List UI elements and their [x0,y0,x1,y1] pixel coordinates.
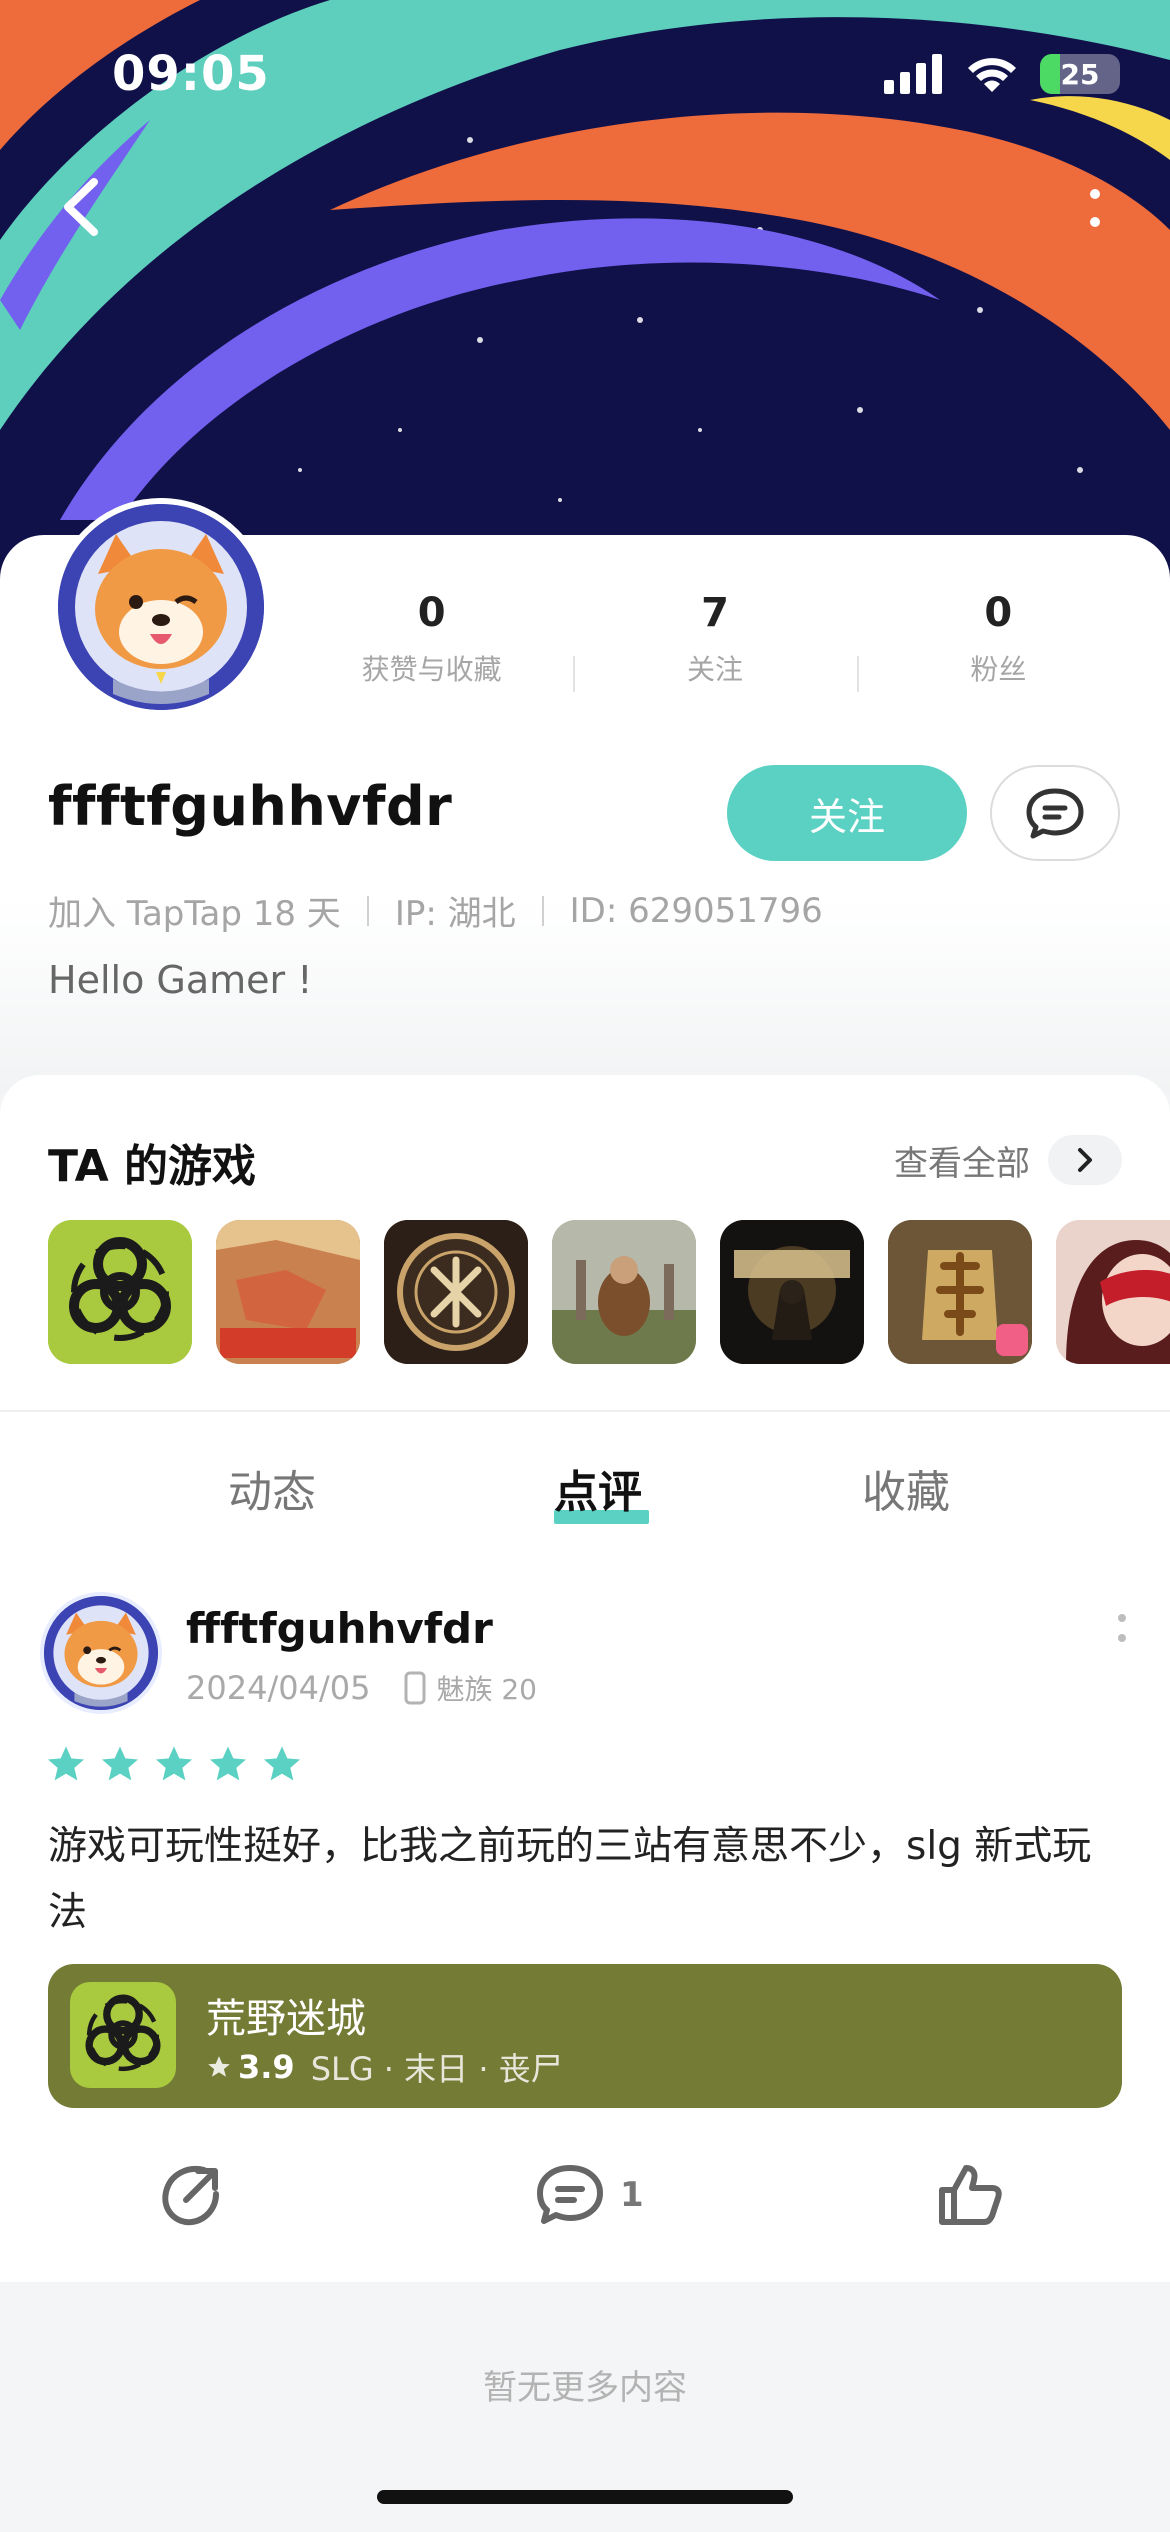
status-icons: 25 [884,54,1120,94]
rating-star-icon [48,1746,84,1781]
vertical-dots-icon [1090,189,1100,227]
comment-count: 1 [620,2175,644,2215]
section-divider [0,1410,1170,1412]
chevron-right-icon [1048,1135,1122,1185]
like-button[interactable] [936,2162,1004,2228]
status-bar: 09:05 25 [0,0,1170,150]
games-title: TA 的游戏 [48,1141,256,1192]
follow-button[interactable]: 关注 [727,765,967,861]
signal-icon [884,54,942,94]
share-button[interactable] [158,2162,224,2228]
review-actions: 1 [0,2162,1170,2242]
review-game-name: 荒野迷城 [206,1996,366,2042]
game-tile-worldwar[interactable] [720,1220,864,1364]
review-game-card[interactable]: 荒野迷城 3.9 SLG · 末日 · 丧尸 [48,1964,1122,2108]
review-rating [46,1744,302,1784]
stat-following[interactable]: 7 关注 [573,590,856,700]
review-avatar[interactable] [40,1592,162,1714]
rating-star-icon [210,1746,246,1781]
home-indicator[interactable] [377,2490,793,2504]
status-time: 09:05 [112,46,270,102]
share-icon [162,2166,219,2226]
battery-level: 25 [1060,57,1100,91]
review-game-meta: 3.9 SLG · 末日 · 丧尸 [206,2044,563,2090]
war-game-icon [384,1220,528,1364]
tab-favorites[interactable]: 收藏 [862,1456,950,1520]
review-username[interactable]: ffftfguhhvfdr [186,1604,493,1653]
comment-button[interactable]: 1 [534,2162,644,2228]
more-button[interactable] [1080,178,1110,238]
review-text: 游戏可玩性挺好，比我之前玩的三站有意思不少，slg 新式玩法 [48,1824,1092,1935]
meta-divider [366,895,369,926]
stat-likes[interactable]: 0 获赞与收藏 [290,590,573,700]
stat-following-value: 7 [701,590,729,636]
stat-fans-value: 0 [984,590,1013,636]
phone-icon [404,1671,426,1705]
profile-meta: 加入 TapTap 18 天 IP: 湖北 ID: 629051796 [48,886,823,935]
profile-bio: Hello Gamer ! [48,958,313,1002]
worldwar-game-icon [720,1220,864,1364]
comment-icon [537,2165,603,2224]
vertical-dots-icon [1118,1614,1126,1642]
game-tile-mask[interactable] [1056,1220,1170,1364]
stat-likes-label: 获赞与收藏 [361,653,502,686]
review-game-tags: SLG · 末日 · 丧尸 [310,2050,563,2088]
stat-likes-value: 0 [417,590,446,636]
strategy-game-icon [888,1220,1032,1364]
review-game-score: 3.9 [238,2048,295,2086]
tab-reviews[interactable]: 点评 [554,1456,642,1520]
review-game-icon [70,1982,176,2088]
message-button[interactable] [990,765,1120,861]
star-icon [208,2056,230,2077]
battle-game-icon [552,1220,696,1364]
shiba-avatar-icon [58,504,264,710]
games-row [48,1220,1170,1364]
review-meta: 2024/04/05 魅族 20 [186,1668,537,1708]
map-game-icon [216,1220,360,1364]
meta-divider [541,895,544,926]
stat-following-label: 关注 [686,653,743,686]
stat-fans[interactable]: 0 粉丝 [856,590,1140,700]
chevron-left-icon [64,178,98,236]
mask-game-icon [1056,1220,1170,1364]
biohazard-game-icon [70,1982,176,2088]
rating-star-icon [156,1746,192,1781]
games-section: TA 的游戏 查看全部 [0,1075,1170,1410]
end-of-content: 暂无更多内容 [483,2368,687,2408]
review-more-button[interactable] [1116,1608,1128,1648]
game-tile-mou[interactable] [888,1220,1032,1364]
rating-star-icon [264,1746,300,1781]
game-tile-biohazard[interactable] [48,1220,192,1364]
stat-fans-label: 粉丝 [970,653,1027,686]
view-all-label: 查看全部 [894,1143,1030,1184]
avatar[interactable] [52,498,270,716]
review-card: ffftfguhhvfdr 2024/04/05 魅族 20 游戏可玩性挺好，比… [0,1552,1170,2282]
game-tile-battle[interactable] [552,1220,696,1364]
thumbs-up-icon [939,2165,1002,2225]
tab-activity[interactable]: 动态 [228,1456,316,1520]
review-date: 2024/04/05 [186,1669,371,1707]
shiba-avatar-icon [44,1596,158,1710]
rating-star-icon [102,1746,138,1781]
user-id: ID: 629051796 [569,890,823,931]
game-tile-zhan[interactable] [384,1220,528,1364]
biohazard-game-icon [48,1220,192,1364]
content-tabs: 动态 点评 收藏 [0,1412,1170,1552]
profile-username: ffftfguhhvfdr [48,775,453,838]
review-device: 魅族 20 [404,1668,537,1708]
profile-stats: 0 获赞与收藏 7 关注 0 粉丝 [290,590,1140,700]
chat-bubble-icon [1026,788,1084,839]
battery-icon: 25 [1040,54,1120,94]
review-device-name: 魅族 20 [436,1673,537,1706]
ip-location: IP: 湖北 [394,894,516,934]
joined-days: 加入 TapTap 18 天 [48,894,341,934]
view-all-button[interactable]: 查看全部 [894,1135,1122,1185]
back-button[interactable] [54,172,114,242]
wifi-icon [968,58,1016,92]
game-tile-sanfen[interactable] [216,1220,360,1364]
